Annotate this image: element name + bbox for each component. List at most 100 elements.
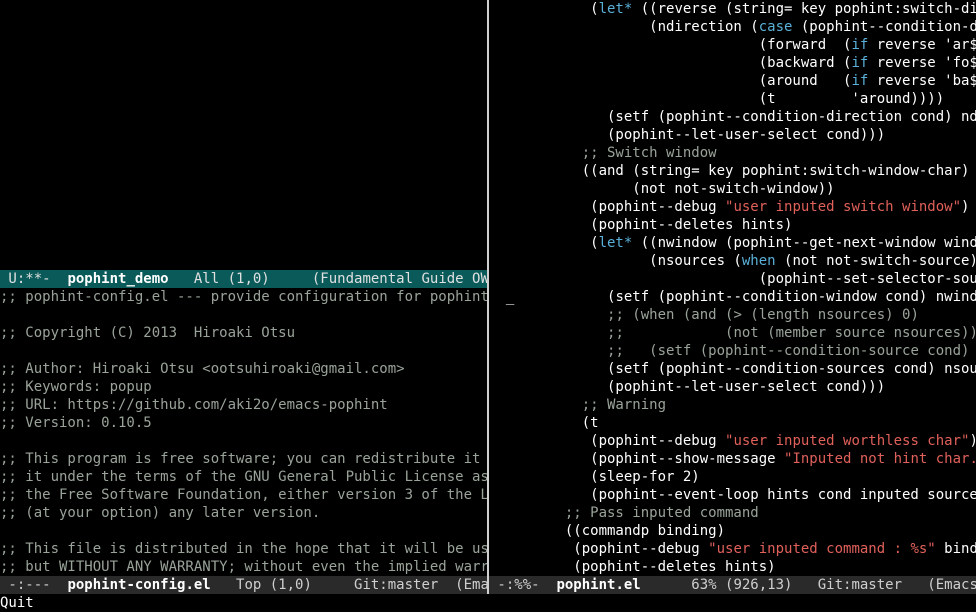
echo-area: Quit [0,595,34,611]
modeline-info: All (1,0) (Fundamental Guide OW R [168,271,487,287]
code-token: (not not-switch-source) [775,253,976,269]
code-line: (backward (if reverse 'fo$ [489,54,976,72]
code-line: ;; (setf (pophint--condition-source cond… [489,342,976,360]
code-line: ;; Pass inputed command [489,504,976,522]
code-line: (setf (pophint--condition-direction cond… [489,108,976,126]
pophint-config-buffer[interactable]: ;; pophint-config.el --- provide configu… [0,288,487,576]
code-line: ;; (when (and (> (length nsources) 0) [489,306,976,324]
code-line: ((and (string= key pophint:switch-window… [489,162,976,180]
code-token: ) [961,199,970,215]
code-line: (setf (pophint--condition-sources cond) … [489,360,976,378]
code-token: (pophint--condition-d$ [792,19,976,35]
code-line: ;; it under the terms of the GNU General… [0,469,487,485]
comment-token: ;; (when (and (> (length nsources) 0) [607,307,919,323]
code-token: (setf (pophint--condition-window cond) n… [514,289,976,305]
code-token: (pophint--debug [489,541,709,557]
code-token: (t 'around)))) [489,91,945,107]
pophint-demo-window[interactable] [0,0,487,270]
code-line: (pophint--set-selector-sour$ [489,270,976,288]
code-token: (setf (pophint--condition-sources cond) … [489,361,976,377]
code-token: ( [489,235,599,251]
modeline-info: Top (1,0) Git:master (Emacs- [210,577,487,593]
code-line: (nsources (when (not not-switch-source) [489,252,976,270]
code-line: ;; Switch window [489,144,976,162]
comment-token: ;; Warning [581,397,667,413]
modeline-buffer-name[interactable]: pophint-config.el [67,577,210,593]
keyword-token: let* [598,235,633,251]
code-line: ;; Author: Hiroaki Otsu <ootsuhiroaki@gm… [0,361,405,377]
top-left-modeline: U:**- pophint_demo All (1,0) (Fundamenta… [0,270,487,288]
keyword-token: if [851,55,869,71]
code-line: (ndirection (case (pophint--condition-d$ [489,18,976,36]
code-token: bind$ [944,541,976,557]
code-line: (pophint--debug "user inputed worthless … [489,432,976,450]
code-line: ;; (at your option) any later version. [0,505,321,521]
code-token: (forward ( [489,37,852,53]
code-token: (pophint--debug [489,433,726,449]
code-token: (t [489,415,599,431]
code-token: (backward ( [489,55,852,71]
code-token: (pophint--deletes hints) [489,559,776,575]
code-line: ;; Copyright (C) 2013 Hiroaki Otsu [0,325,296,341]
code-token: ((commandp binding) [489,523,726,539]
bottom-right-modeline: -:%%- pophint.el 63% (926,13) Git:master… [489,576,976,594]
keyword-token: if [851,37,869,53]
code-token: (sleep-for 2) [489,469,700,485]
string-token: "Inputed not hint char.$ [784,451,976,467]
code-token: ((reverse (string= key pophint:switch-di… [632,1,976,17]
code-line: ;; (not (member source nsources))$ [489,324,976,342]
code-token: ((nwindow (pophint--get-next-window wind… [632,235,976,251]
modeline-buffer-name[interactable]: pophint.el [556,577,640,593]
code-line: (pophint--let-user-select cond))) [489,378,976,396]
bottom-left-modeline: -:--- pophint-config.el Top (1,0) Git:ma… [0,576,487,594]
code-token: reverse 'fo$ [868,55,976,71]
code-line: (let* ((nwindow (pophint--get-next-windo… [489,234,976,252]
modeline-status: -:%%- [489,577,557,593]
code-token: ) [969,433,976,449]
code-token: (pophint--let-user-select cond))) [489,127,886,143]
string-token: "user inputed worthless char" [725,433,970,449]
code-token: ( [489,1,599,17]
modeline-status: -:--- [0,577,68,593]
code-line: ;; This program is free software; you ca… [0,451,487,467]
code-token: (pophint--debug [489,199,726,215]
string-token: "user inputed command : %s" [708,541,936,557]
comment-token: ;; (setf (pophint--condition-source cond… [607,343,976,359]
code-line: (pophint--let-user-select cond))) [489,126,976,144]
code-line: (pophint--deletes hints) [489,216,976,234]
code-token: (pophint--show-message [489,451,785,467]
code-line: ;; Keywords: popup [0,379,152,395]
comment-token: ;; Switch window [581,145,717,161]
keyword-token: if [851,73,869,89]
code-token: (nsources ( [489,253,742,269]
code-line: (not not-switch-window)) [489,180,976,198]
modeline-info: 63% (926,13) Git:master (Emacs-Lisp [691,577,976,593]
pophint-el-buffer[interactable]: (let* ((reverse (string= key pophint:swi… [489,0,976,576]
code-line: (pophint--event-loop hints cond inputed … [489,486,976,504]
code-token: (pophint--set-selector-sour$ [489,271,976,287]
comment-token: ;; (not (member source nsources))$ [607,325,976,341]
modeline-buffer-name[interactable]: pophint_demo [67,271,168,287]
string-token: "user inputed switch window" [725,199,962,215]
code-line: (pophint--show-message "Inputed not hint… [489,450,976,468]
keyword-token: case [758,19,793,35]
keyword-token: when [741,253,776,269]
code-line: (pophint--deletes hints) [489,558,976,576]
code-token: (ndirection ( [489,19,759,35]
code-line: (pophint--debug "user inputed command : … [489,540,976,558]
code-line: (forward (if reverse 'ar$ [489,36,976,54]
code-line: (around (if reverse 'ba$ [489,72,976,90]
code-line: ;; pophint-config.el --- provide configu… [0,289,487,305]
code-line: (let* ((reverse (string= key pophint:swi… [489,0,976,18]
code-line: ;; Warning [489,396,976,414]
